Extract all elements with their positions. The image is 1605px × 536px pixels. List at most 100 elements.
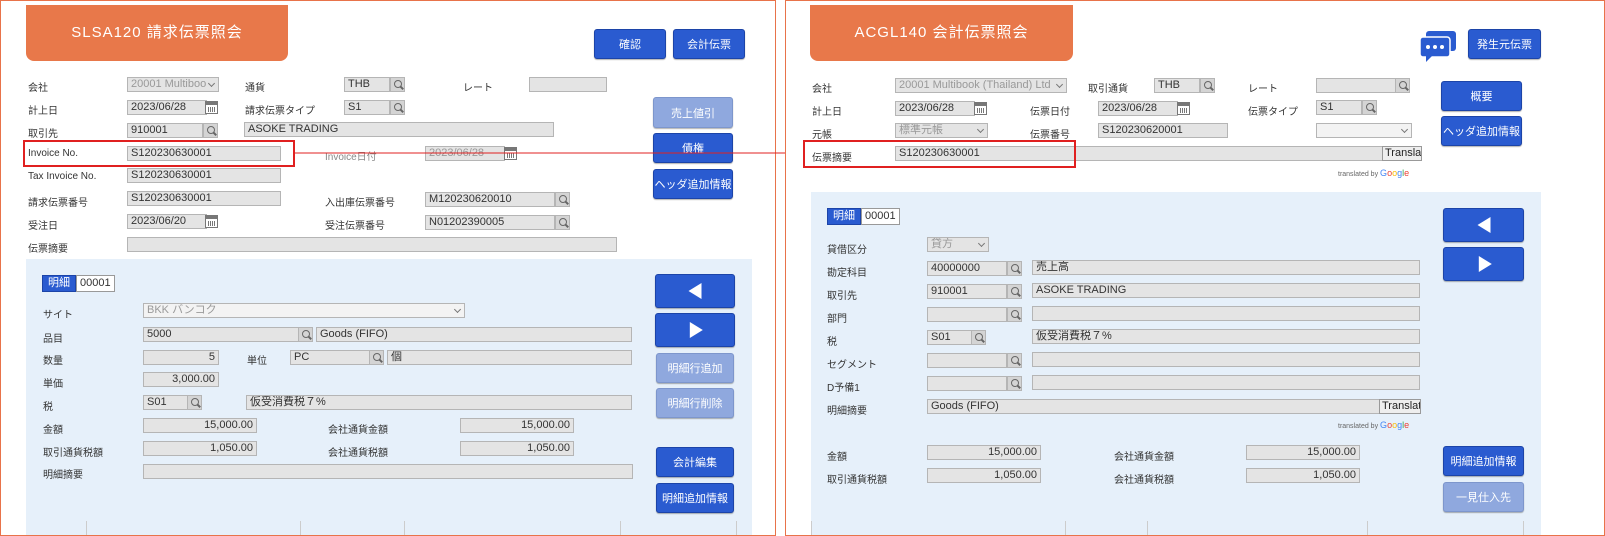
rate-field[interactable] xyxy=(529,77,607,92)
summary-button[interactable]: 概要 xyxy=(1441,81,1522,111)
invoice-date-field[interactable]: 2023/06/28 xyxy=(425,146,505,161)
order-no-field[interactable]: N01202390005 xyxy=(425,215,555,230)
tax-lookup-icon[interactable] xyxy=(971,330,986,345)
next-line-button[interactable] xyxy=(1443,247,1524,281)
memo-field[interactable] xyxy=(127,237,617,252)
accounting-voucher-button[interactable]: 会計伝票 xyxy=(673,29,745,59)
spare-lookup-icon[interactable] xyxy=(1007,376,1022,391)
invoice-type-field[interactable]: S1 xyxy=(344,100,390,115)
partner-lookup-icon[interactable] xyxy=(1007,284,1022,299)
detail-section: 明細 00001 サイト BKK バンコク 品目 5000 Goods (FIF… xyxy=(26,259,752,535)
co-tax-field[interactable]: 1,050.00 xyxy=(460,441,574,456)
site-select[interactable]: BKK バンコク xyxy=(143,303,465,318)
voucher-date-field[interactable]: 2023/06/28 xyxy=(1098,101,1178,116)
posting-date-field[interactable]: 2023/06/28 xyxy=(895,101,975,116)
calendar-icon[interactable] xyxy=(1177,102,1190,115)
voucher-type-field[interactable]: S1 xyxy=(1316,100,1362,115)
spare-code-field[interactable] xyxy=(927,376,1007,391)
line-extra-button[interactable]: 明細追加情報 xyxy=(656,483,734,513)
io-voucher-field[interactable]: M120230620010 xyxy=(425,192,555,207)
co-amount-field[interactable]: 15,000.00 xyxy=(460,418,574,433)
order-date-label: 受注日 xyxy=(28,221,58,232)
unit-code-field[interactable]: PC xyxy=(290,350,370,365)
amount-field[interactable]: 15,000.00 xyxy=(143,418,257,433)
page-title: SLSA120 請求伝票照会 xyxy=(26,5,288,61)
price-field[interactable]: 3,000.00 xyxy=(143,372,219,387)
segment-code-field[interactable] xyxy=(927,353,1007,368)
prev-line-button[interactable] xyxy=(655,274,735,308)
tax-code-field[interactable]: S01 xyxy=(927,330,972,345)
line-extra-button[interactable]: 明細追加情報 xyxy=(1443,446,1524,476)
header-extra-button[interactable]: ヘッダ追加情報 xyxy=(653,169,733,199)
company-select[interactable]: 20001 Multibook (Thailand) Ltd xyxy=(895,78,1067,93)
extra-select[interactable] xyxy=(1316,123,1412,138)
source-voucher-button[interactable]: 発生元伝票 xyxy=(1468,29,1541,59)
divider xyxy=(86,521,87,535)
bulk-purchase-button[interactable]: 一見仕入先 xyxy=(1443,482,1524,512)
tax-code-field[interactable]: S01 xyxy=(143,395,188,410)
translate-button[interactable]: Translat xyxy=(1382,146,1422,161)
tx-tax-field[interactable]: 1,050.00 xyxy=(927,468,1041,483)
customer-code-field[interactable]: 910001 xyxy=(127,123,203,138)
dept-label: 部門 xyxy=(827,314,847,325)
invoice-type-label: 請求伝票タイプ xyxy=(245,106,315,117)
customer-lookup-icon[interactable] xyxy=(203,123,218,138)
order-no-lookup-icon[interactable] xyxy=(555,215,570,230)
line-memo-field[interactable]: Goods (FIFO) xyxy=(927,399,1380,414)
currency-lookup-icon[interactable] xyxy=(390,77,405,92)
dc-select[interactable]: 貸方 xyxy=(927,237,989,252)
order-date-field[interactable]: 2023/06/20 xyxy=(127,214,207,229)
detail-line-tag: 明細 00001 xyxy=(42,275,115,292)
ledger-select[interactable]: 標準元帳 xyxy=(895,123,988,138)
rate-field[interactable] xyxy=(1316,78,1396,93)
invoice-voucher-field[interactable]: S120230630001 xyxy=(127,191,281,206)
account-lookup-icon[interactable] xyxy=(1007,261,1022,276)
confirm-button[interactable]: 確認 xyxy=(594,29,666,59)
sales-discount-button[interactable]: 売上値引 xyxy=(653,97,733,128)
unit-lookup-icon[interactable] xyxy=(369,350,384,365)
translate-button[interactable]: Translat xyxy=(1379,399,1421,414)
acct-edit-button[interactable]: 会計編集 xyxy=(656,447,734,477)
prev-line-button[interactable] xyxy=(1443,208,1524,242)
co-tax-field[interactable]: 1,050.00 xyxy=(1246,468,1360,483)
dept-code-field[interactable] xyxy=(927,307,1007,322)
segment-lookup-icon[interactable] xyxy=(1007,353,1022,368)
io-voucher-lookup-icon[interactable] xyxy=(555,192,570,207)
co-amount-field[interactable]: 15,000.00 xyxy=(1246,445,1360,460)
tax-lookup-icon[interactable] xyxy=(187,395,202,410)
voucher-type-lookup-icon[interactable] xyxy=(1362,100,1377,115)
detail-section: 明細 00001 貸借区分 貸方 勘定科目 40000000 売上高 取引先 9… xyxy=(811,192,1541,535)
delete-line-button[interactable]: 明細行削除 xyxy=(656,388,734,418)
partner-code-field[interactable]: 910001 xyxy=(927,284,1007,299)
tx-currency-field[interactable]: THB xyxy=(1154,78,1200,93)
amount-field[interactable]: 15,000.00 xyxy=(927,445,1041,460)
tax-invoice-field[interactable]: S120230630001 xyxy=(127,168,281,183)
next-line-button[interactable] xyxy=(655,313,735,347)
calendar-icon[interactable] xyxy=(205,101,218,114)
calendar-icon[interactable] xyxy=(504,147,517,160)
receivable-button[interactable]: 債権 xyxy=(653,133,733,163)
header-extra-button[interactable]: ヘッダ追加情報 xyxy=(1441,116,1522,146)
currency-field[interactable]: THB xyxy=(344,77,390,92)
account-code-field[interactable]: 40000000 xyxy=(927,261,1007,276)
item-lookup-icon[interactable] xyxy=(298,327,313,342)
calendar-icon[interactable] xyxy=(974,102,987,115)
voucher-no-field[interactable]: S120230620001 xyxy=(1098,123,1228,138)
company-select[interactable]: 20001 Multiboo xyxy=(127,77,219,92)
memo-label: 伝票摘要 xyxy=(28,244,68,255)
dept-lookup-icon[interactable] xyxy=(1007,307,1022,322)
invoice-type-lookup-icon[interactable] xyxy=(390,100,405,115)
currency-lookup-icon[interactable] xyxy=(1200,78,1215,93)
item-code-field[interactable]: 5000 xyxy=(143,327,299,342)
qty-field[interactable]: 5 xyxy=(143,350,219,365)
tx-tax-field[interactable]: 1,050.00 xyxy=(143,441,257,456)
calendar-icon[interactable] xyxy=(205,215,218,228)
rate-lookup-icon[interactable] xyxy=(1395,78,1410,93)
tx-tax-label: 取引通貨税額 xyxy=(827,475,887,486)
item-label: 品目 xyxy=(43,334,63,345)
posting-date-label: 計上日 xyxy=(28,106,58,117)
line-memo-field[interactable] xyxy=(143,464,633,479)
posting-date-field[interactable]: 2023/06/28 xyxy=(127,100,207,115)
chat-icon[interactable] xyxy=(1418,29,1458,63)
add-line-button[interactable]: 明細行追加 xyxy=(656,353,734,383)
